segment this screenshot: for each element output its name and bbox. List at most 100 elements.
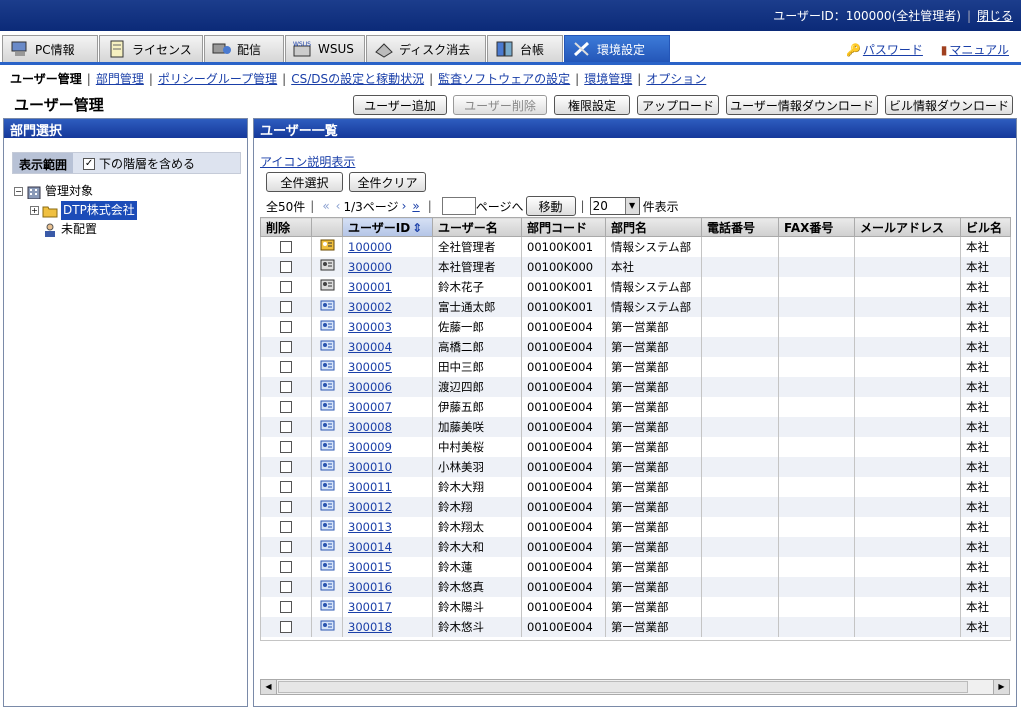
password-link[interactable]: 🔑 パスワード <box>846 43 923 57</box>
clear-all-button[interactable]: 全件クリア <box>349 172 426 192</box>
user-id-link[interactable]: 300008 <box>342 416 433 437</box>
next-page-icon[interactable]: › <box>402 199 407 213</box>
phone-cell <box>701 416 779 437</box>
user-name-cell: 本社管理者 <box>432 256 522 277</box>
delete-checkbox[interactable] <box>260 436 312 457</box>
subnav-policy-group[interactable]: ポリシーグループ管理 <box>158 72 277 86</box>
delete-checkbox[interactable] <box>260 296 312 317</box>
delete-checkbox[interactable] <box>260 536 312 557</box>
user-id-link[interactable]: 300011 <box>342 476 433 497</box>
tab-license[interactable]: ライセンス <box>99 35 203 62</box>
subnav-department[interactable]: 部門管理 <box>96 72 144 86</box>
checkbox-icon <box>280 281 292 293</box>
total-count: 全50件 <box>266 199 306 214</box>
scroll-right-icon[interactable]: ▶ <box>993 680 1009 694</box>
scroll-thumb[interactable] <box>278 681 968 693</box>
include-sublevels-checkbox[interactable]: ✓ <box>83 156 96 170</box>
scroll-left-icon[interactable]: ◀ <box>261 680 277 694</box>
dept-code-cell: 00100E004 <box>521 456 606 477</box>
delete-checkbox[interactable] <box>260 276 312 297</box>
subnav-option[interactable]: オプション <box>646 72 706 86</box>
tab-ledger[interactable]: 台帳 <box>487 35 563 62</box>
user-id-link[interactable]: 300004 <box>342 336 433 357</box>
horizontal-scrollbar[interactable]: ◀ ▶ <box>260 679 1010 695</box>
user-id-link[interactable]: 300013 <box>342 516 433 537</box>
user-id-link[interactable]: 300000 <box>342 256 433 277</box>
delete-checkbox[interactable] <box>260 576 312 597</box>
tab-environment[interactable]: 環境設定 <box>564 35 670 62</box>
tree-node-company[interactable]: + DTP株式会社 <box>14 201 247 220</box>
select-all-button[interactable]: 全件選択 <box>266 172 343 192</box>
table-row: 300000 本社管理者 00100K000 本社 本社 <box>260 256 1011 277</box>
user-id-link[interactable]: 300007 <box>342 396 433 417</box>
user-id-link[interactable]: 300012 <box>342 496 433 517</box>
table-row: 300016 鈴木悠真 00100E004 第一営業部 本社 <box>260 576 1011 597</box>
col-user-id[interactable]: ユーザーID ⇕ <box>342 217 433 237</box>
collapse-icon[interactable]: − <box>14 187 23 196</box>
user-id-link[interactable]: 100000 <box>342 236 433 257</box>
delete-checkbox[interactable] <box>260 476 312 497</box>
dept-name-cell: 本社 <box>605 256 702 277</box>
subnav-csds[interactable]: CS/DSの設定と稼動状況 <box>291 72 424 86</box>
delete-checkbox[interactable] <box>260 416 312 437</box>
subnav-audit[interactable]: 監査ソフトウェアの設定 <box>438 72 570 86</box>
user-id-link[interactable]: 300006 <box>342 376 433 397</box>
delete-checkbox[interactable] <box>260 596 312 617</box>
permission-button[interactable]: 権限設定 <box>554 95 630 115</box>
user-id-link[interactable]: 300010 <box>342 456 433 477</box>
page-number-input[interactable] <box>441 197 476 215</box>
user-id-link[interactable]: 300018 <box>342 616 433 637</box>
delete-checkbox[interactable] <box>260 236 312 257</box>
user-id-link[interactable]: 300014 <box>342 536 433 557</box>
icon-legend-link[interactable]: アイコン説明表示 <box>260 153 355 170</box>
delete-checkbox[interactable] <box>260 356 312 377</box>
tree-node-unassigned[interactable]: 未配置 <box>14 220 247 239</box>
phone-cell <box>701 476 779 497</box>
upload-button[interactable]: アップロード <box>637 95 719 115</box>
building-cell: 本社 <box>960 356 1011 377</box>
delete-checkbox[interactable] <box>260 396 312 417</box>
user-id-link[interactable]: 300017 <box>342 596 433 617</box>
tab-pc-info[interactable]: PC情報 <box>2 35 98 62</box>
dept-name-cell: 第一営業部 <box>605 576 702 597</box>
per-page-select[interactable]: 20 ▼ <box>589 197 640 215</box>
delete-checkbox[interactable] <box>260 496 312 517</box>
delete-checkbox[interactable] <box>260 256 312 277</box>
user-id-link[interactable]: 300009 <box>342 436 433 457</box>
user-id-link[interactable]: 300001 <box>342 276 433 297</box>
delete-checkbox[interactable] <box>260 516 312 537</box>
last-page-icon[interactable]: » <box>412 199 419 213</box>
user-id-link[interactable]: 300003 <box>342 316 433 337</box>
delete-checkbox[interactable] <box>260 376 312 397</box>
delete-checkbox[interactable] <box>260 616 312 637</box>
tree-label-company: DTP株式会社 <box>61 201 137 220</box>
add-user-button[interactable]: ユーザー追加 <box>353 95 447 115</box>
user-id-link[interactable]: 300016 <box>342 576 433 597</box>
user-id-link[interactable]: 300002 <box>342 296 433 317</box>
tree-node-root[interactable]: − 管理対象 <box>14 182 247 201</box>
expand-icon[interactable]: + <box>30 206 39 215</box>
move-button[interactable]: 移動 <box>525 196 576 216</box>
delete-checkbox[interactable] <box>260 556 312 577</box>
dept-name-cell: 第一営業部 <box>605 616 702 637</box>
user-download-button[interactable]: ユーザー情報ダウンロード <box>726 95 878 115</box>
building-download-button[interactable]: ビル情報ダウンロード <box>885 95 1013 115</box>
user-table: 削除 ユーザーID ⇕ ユーザー名 部門コード 部門名 電話番号 FAX番号 メー… <box>260 217 1011 641</box>
delete-user-button[interactable]: ユーザー削除 <box>453 95 547 115</box>
tab-delivery[interactable]: 配信 <box>204 35 284 62</box>
table-row: 300004 高橋二郎 00100E004 第一営業部 本社 <box>260 336 1011 357</box>
subnav-env[interactable]: 環境管理 <box>584 72 632 86</box>
user-id-link[interactable]: 300005 <box>342 356 433 377</box>
delete-checkbox[interactable] <box>260 456 312 477</box>
fax-cell <box>778 376 855 397</box>
delete-checkbox[interactable] <box>260 316 312 337</box>
user-name-cell: 佐藤一郎 <box>432 316 522 337</box>
tab-disk-erase[interactable]: ディスク消去 <box>366 35 486 62</box>
subnav-user-management[interactable]: ユーザー管理 <box>10 72 82 86</box>
delete-checkbox[interactable] <box>260 336 312 357</box>
user-id-link[interactable]: 300015 <box>342 556 433 577</box>
tab-wsus[interactable]: WSUS WSUS <box>285 35 365 62</box>
checkbox-icon <box>280 441 292 453</box>
close-link[interactable]: 閉じる <box>977 9 1013 23</box>
manual-link[interactable]: ▮ マニュアル <box>941 43 1009 57</box>
